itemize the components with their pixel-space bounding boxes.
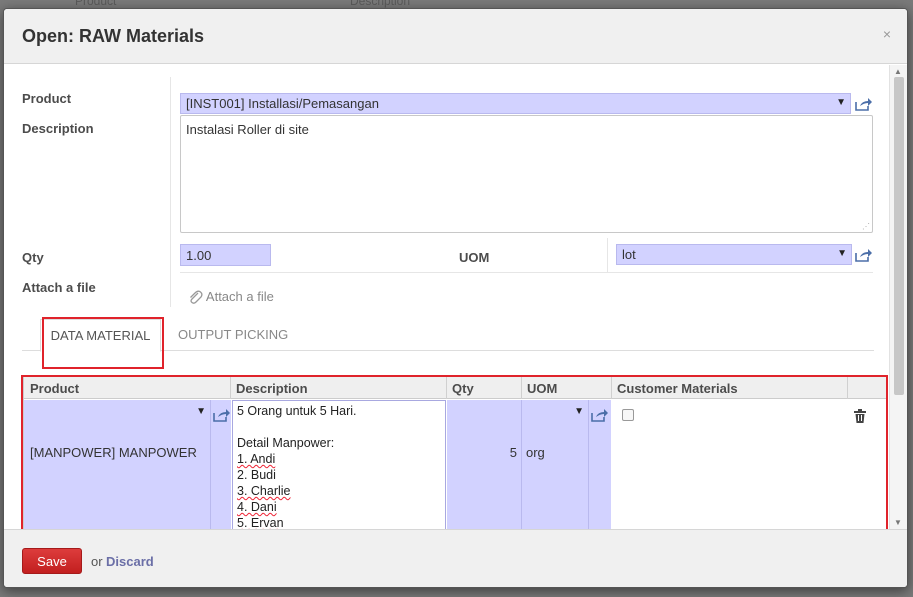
uom-divider <box>607 238 608 272</box>
close-icon[interactable]: × <box>883 26 891 42</box>
attach-divider <box>180 272 873 273</box>
dialog-header: Open: RAW Materials × <box>4 9 907 64</box>
scroll-up-icon[interactable]: ▲ <box>894 67 902 76</box>
background-col-description: Description <box>350 0 411 8</box>
label-divider <box>170 77 171 307</box>
uom-select-value: lot <box>622 247 636 262</box>
resize-grip-icon[interactable]: ⋰ <box>862 222 870 231</box>
background-header: Product Description <box>60 0 460 8</box>
attach-file-link[interactable]: Attach a file <box>187 289 274 305</box>
uom-label: UOM <box>459 250 490 265</box>
or-text: or <box>91 554 103 569</box>
dialog-body: Product [INST001] Installasi/Pemasangan … <box>4 65 889 529</box>
attach-label: Attach a file <box>22 280 96 295</box>
qty-label: Qty <box>22 250 44 265</box>
product-label: Product <box>22 91 72 106</box>
uom-select[interactable]: lot ▼ <box>616 244 852 265</box>
description-text: Instalasi Roller di site <box>186 122 309 137</box>
discard-link[interactable]: Discard <box>106 554 154 569</box>
grid-highlight-box <box>21 375 888 529</box>
dialog-title: Open: RAW Materials <box>22 26 205 46</box>
dialog-scrollbar[interactable]: ▲ ▼ <box>889 65 907 529</box>
product-select[interactable]: [INST001] Installasi/Pemasangan ▼ <box>180 93 851 114</box>
description-label: Description <box>22 121 94 136</box>
description-textarea[interactable]: Instalasi Roller di site ⋰ <box>180 115 873 233</box>
attach-link-label: Attach a file <box>205 289 274 304</box>
external-link-icon[interactable] <box>855 97 873 111</box>
qty-input[interactable]: 1.00 <box>180 244 271 266</box>
scroll-down-icon[interactable]: ▼ <box>894 518 902 527</box>
tab-output-picking[interactable]: OUTPUT PICKING <box>178 327 288 342</box>
dialog-footer: Save or Discard <box>4 529 907 587</box>
save-button[interactable]: Save <box>22 548 82 574</box>
scroll-thumb[interactable] <box>894 77 904 395</box>
paperclip-icon <box>190 290 203 304</box>
chevron-down-icon: ▼ <box>836 97 846 108</box>
background-col-product: Product <box>75 0 117 8</box>
raw-materials-dialog: Open: RAW Materials × Product [INST001] … <box>3 8 908 588</box>
product-select-value: [INST001] Installasi/Pemasangan <box>186 96 379 111</box>
external-link-icon[interactable] <box>855 248 873 262</box>
chevron-down-icon: ▼ <box>837 248 847 259</box>
tab-highlight-box <box>42 317 164 369</box>
